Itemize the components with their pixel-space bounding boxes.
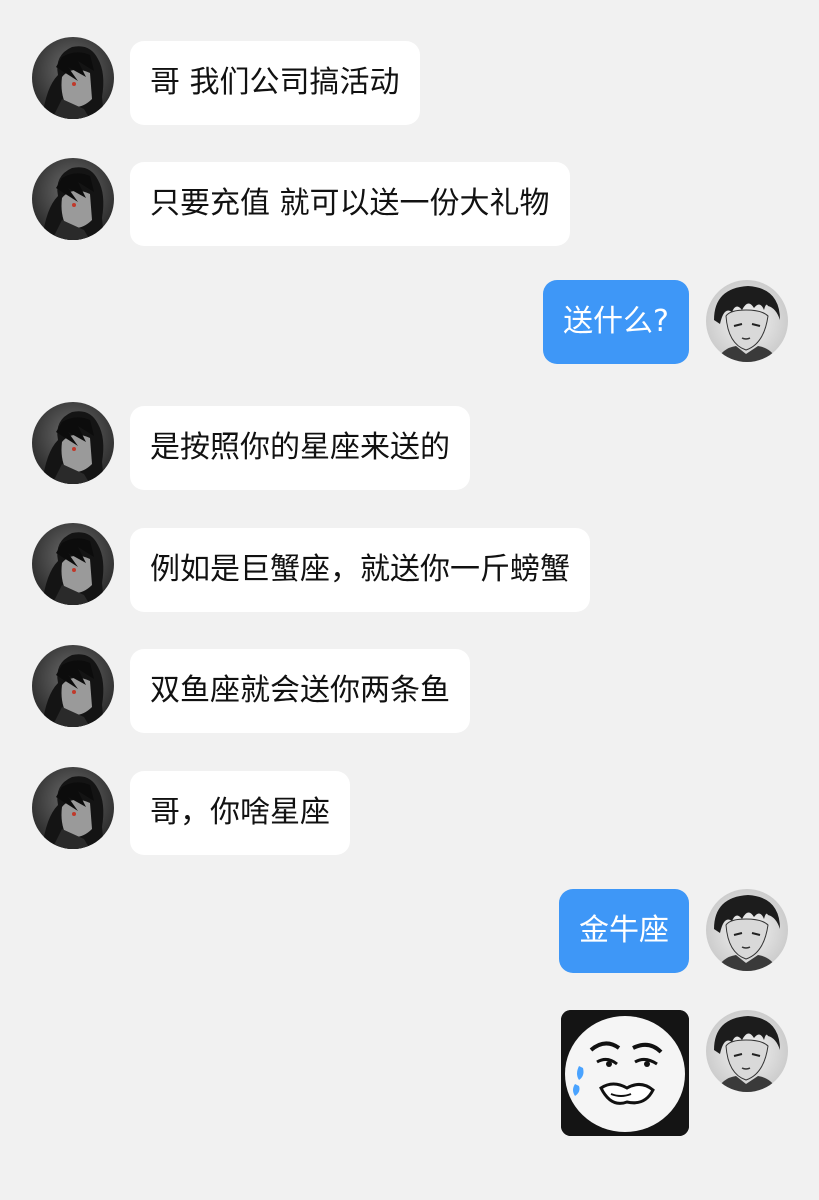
contact-avatar-icon[interactable] [32,402,114,484]
outgoing-message-bubble[interactable]: 金牛座 [559,889,689,973]
incoming-message-bubble[interactable]: 双鱼座就会送你两条鱼 [130,649,470,733]
self-avatar-icon[interactable] [706,280,788,362]
incoming-message-bubble[interactable]: 哥 我们公司搞活动 [130,41,420,125]
contact-avatar-icon[interactable] [32,37,114,119]
contact-avatar-icon[interactable] [32,645,114,727]
meme-face-sticker-icon[interactable] [561,1010,689,1136]
contact-avatar-icon[interactable] [32,158,114,240]
anime-contact-avatar-icon [32,37,114,119]
anime-self-avatar-icon [706,280,788,362]
self-avatar-icon[interactable] [706,889,788,971]
anime-contact-avatar-icon [32,158,114,240]
incoming-message-bubble[interactable]: 只要充值 就可以送一份大礼物 [130,162,570,246]
incoming-message-bubble[interactable]: 是按照你的星座来送的 [130,406,470,490]
outgoing-message-bubble[interactable]: 送什么? [543,280,689,364]
anime-contact-avatar-icon [32,645,114,727]
incoming-message-bubble[interactable]: 例如是巨蟹座，就送你一斤螃蟹 [130,528,590,612]
anime-self-avatar-icon [706,1010,788,1092]
contact-avatar-icon[interactable] [32,523,114,605]
anime-contact-avatar-icon [32,767,114,849]
meme-face-sticker-graphic [561,1010,689,1136]
self-avatar-icon[interactable] [706,1010,788,1092]
anime-self-avatar-icon [706,889,788,971]
anime-contact-avatar-icon [32,523,114,605]
contact-avatar-icon[interactable] [32,767,114,849]
incoming-message-bubble[interactable]: 哥，你啥星座 [130,771,350,855]
anime-contact-avatar-icon [32,402,114,484]
